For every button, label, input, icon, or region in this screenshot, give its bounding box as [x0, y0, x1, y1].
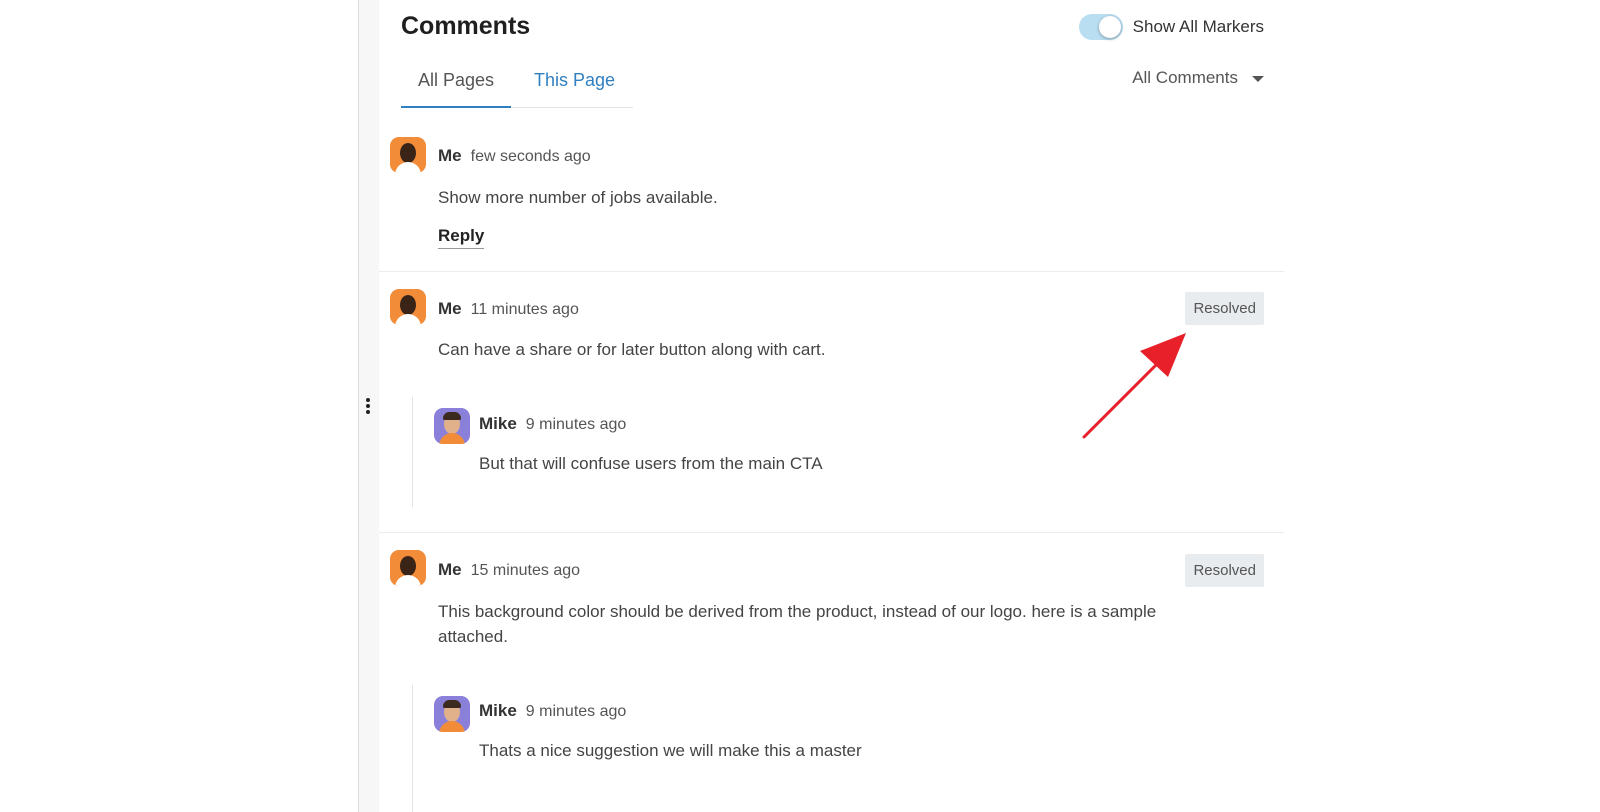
resolved-badge[interactable]: Resolved [1185, 292, 1264, 325]
reply-author: Mike [479, 701, 517, 720]
tab-this-page[interactable]: This Page [511, 60, 615, 108]
reply-text: But that will confuse users from the mai… [479, 454, 823, 473]
reply-meta: Mike 9 minutes ago [479, 701, 626, 721]
comment-time: few seconds ago [470, 148, 591, 165]
avatar [390, 289, 426, 325]
reply-thread-line [412, 397, 413, 507]
comment-meta: Me 15 minutes ago [438, 560, 580, 580]
show-all-markers-label: Show All Markers [1132, 17, 1264, 36]
tab-all-pages[interactable]: All Pages [401, 60, 511, 108]
avatar [390, 550, 426, 586]
comment-time: 11 minutes ago [470, 301, 579, 318]
filter-label: All Comments [1132, 68, 1238, 87]
reply-author: Mike [479, 414, 517, 433]
comment-item: Me 15 minutes ago Resolved This backgrou… [379, 533, 1284, 812]
show-all-markers-toggle[interactable]: Show All Markers [1078, 14, 1264, 40]
comment-text: Show more number of jobs available. [438, 188, 718, 207]
comment-text: This background color should be derived … [438, 602, 1157, 646]
resolved-badge[interactable]: Resolved [1185, 554, 1264, 587]
comment-meta: Me few seconds ago [438, 146, 591, 166]
comment-author: Me [438, 299, 462, 318]
toggle-knob [1098, 16, 1121, 38]
comment-item: Me few seconds ago Show more number of j… [379, 120, 1284, 272]
panel-title: Comments [401, 12, 531, 40]
comment-time: 15 minutes ago [470, 562, 581, 579]
comment-tabs: All Pages This Page [401, 60, 633, 108]
reply-time: 9 minutes ago [525, 416, 627, 433]
reply-thread-line [412, 685, 413, 812]
reply-time: 9 minutes ago [525, 703, 627, 720]
reply-button[interactable]: Reply [438, 226, 485, 249]
comment-filter-dropdown[interactable]: All Comments [1132, 68, 1264, 88]
reply-meta: Mike 9 minutes ago [479, 414, 626, 434]
left-blank-area [0, 0, 358, 812]
comment-author: Me [438, 146, 462, 165]
avatar [434, 696, 470, 732]
avatar [434, 408, 470, 444]
comment-text: Can have a share or for later button alo… [438, 340, 826, 359]
toggle-switch[interactable] [1078, 14, 1123, 40]
reply-text: Thats a nice suggestion we will make thi… [479, 741, 862, 760]
comment-author: Me [438, 560, 462, 579]
red-arrow-icon [1082, 333, 1186, 439]
avatar [390, 137, 426, 173]
comment-meta: Me 11 minutes ago [438, 299, 579, 319]
vertical-ellipsis-icon[interactable] [364, 398, 372, 418]
caret-down-icon [1252, 76, 1264, 82]
